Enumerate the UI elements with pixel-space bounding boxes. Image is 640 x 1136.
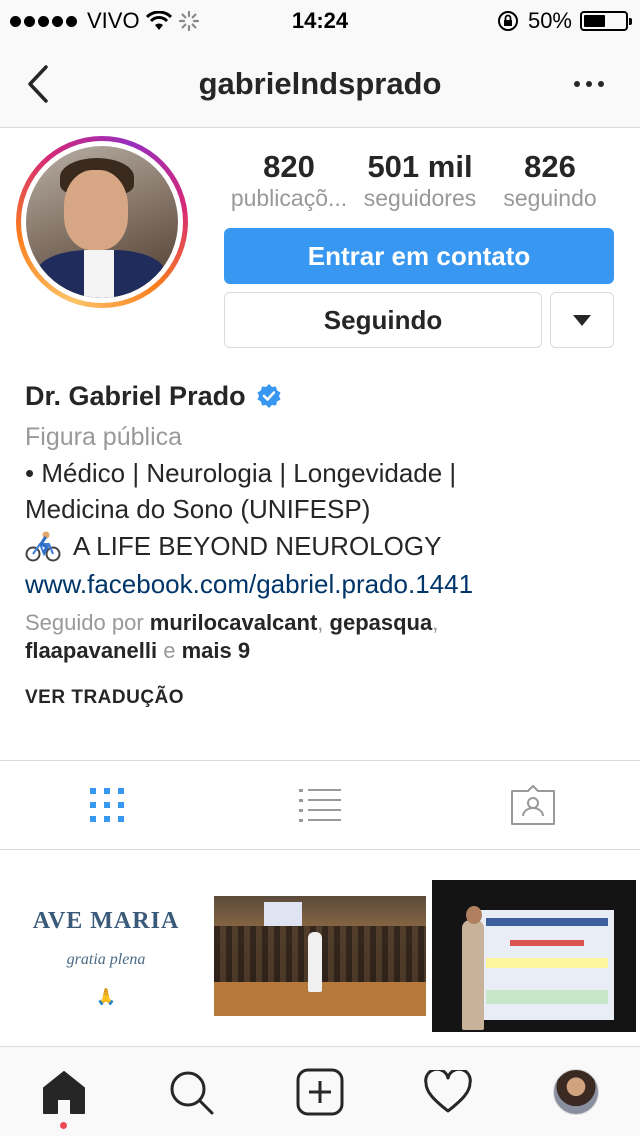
praying-hands-icon: 🙏 [96,989,116,1006]
stat-posts[interactable]: 820 publicaçõ... [224,150,354,212]
verified-badge-icon [257,384,281,408]
ellipsis-icon [574,81,580,87]
post-thumbnail[interactable] [432,880,636,1032]
contact-button[interactable]: Entrar em contato [224,228,614,284]
nav-bar: gabrielndsprado [0,40,640,128]
followed-by-user-3[interactable]: flaapavanelli [25,638,157,663]
stat-following[interactable]: 826 seguindo [486,150,614,212]
stat-following-count: 826 [524,149,576,184]
tab-list-view[interactable] [213,761,426,849]
bio-line-1: • Médico | Neurologia | Longevidade | [25,458,457,488]
search-icon [170,1071,214,1115]
bottom-tab-bar [0,1046,640,1136]
tab-tagged-photos[interactable] [427,761,640,849]
home-icon [43,1071,85,1114]
profile-category: Figura pública [25,423,183,451]
post-image-text-subtitle: gratia plena [66,951,146,968]
stat-posts-label: publicaçõ... [230,185,348,211]
post-thumbnail[interactable]: AVE MARIA gratia plena 🙏 [0,874,212,1034]
heart-icon [424,1070,472,1113]
cyclist-emoji-icon [25,531,61,562]
profile-tab[interactable] [551,1067,601,1117]
bio-website-link[interactable]: www.facebook.com/gabriel.prado.1441 [25,565,625,603]
posts-grid: AVE MARIA gratia plena 🙏 [0,874,640,1034]
stat-posts-count: 820 [263,149,315,184]
stat-followers-count: 501 mil [367,149,473,184]
followed-by-and: e [163,638,176,663]
grid-icon [89,788,124,822]
more-options-button[interactable] [574,72,610,96]
activity-tab[interactable] [423,1067,473,1117]
status-bar: VIVO 14:24 50% [0,0,640,40]
followed-by-user-1[interactable]: murilocavalcant [150,610,318,635]
new-post-tab[interactable] [295,1067,345,1117]
stat-following-label: seguindo [503,185,597,211]
profile-username-title: gabrielndsprado [198,66,442,101]
stat-followers-label: seguidores [363,185,477,211]
profile-bio: Dr. Gabriel Prado Figura pública • Médic… [25,378,625,709]
following-button[interactable]: Seguindo [224,292,542,348]
profile-stats: 820 publicaçõ... 501 mil seguidores 826 … [224,150,614,212]
followed-by-text[interactable]: Seguido por murilocavalcant, gepasqua, f… [25,609,625,665]
battery-icon [580,11,632,31]
caret-down-icon [573,314,591,326]
home-notification-dot [60,1122,67,1129]
bio-tagline: A LIFE BEYOND NEUROLOGY [73,531,442,561]
suggested-accounts-dropdown-button[interactable] [550,292,614,348]
battery-percent: 50% [527,8,572,33]
rotation-lock-icon [497,11,518,31]
profile-view-tabs [0,760,640,850]
profile-full-name: Dr. Gabriel Prado [25,380,246,411]
followed-by-user-2[interactable]: gepasqua [330,610,433,635]
search-tab[interactable] [166,1067,216,1117]
tab-grid-view[interactable] [0,761,213,849]
followed-by-more[interactable]: mais 9 [182,638,251,663]
post-thumbnail[interactable] [214,896,426,1016]
tagged-person-icon [511,785,556,825]
see-translation-link[interactable]: VER TRADUÇÃO [25,687,184,709]
post-image-text-title: AVE MARIA [32,908,180,934]
list-icon [298,789,341,822]
add-post-icon [296,1068,344,1116]
profile-avatar [26,146,178,298]
followed-by-prefix: Seguido por [25,610,144,635]
bio-line-2: Medicina do Sono (UNIFESP) [25,494,371,524]
stat-followers[interactable]: 501 mil seguidores [354,150,486,212]
status-right: 50% [496,8,632,34]
profile-avatar-story-ring[interactable] [16,136,188,308]
home-tab[interactable] [39,1067,89,1117]
own-profile-avatar [553,1069,599,1115]
